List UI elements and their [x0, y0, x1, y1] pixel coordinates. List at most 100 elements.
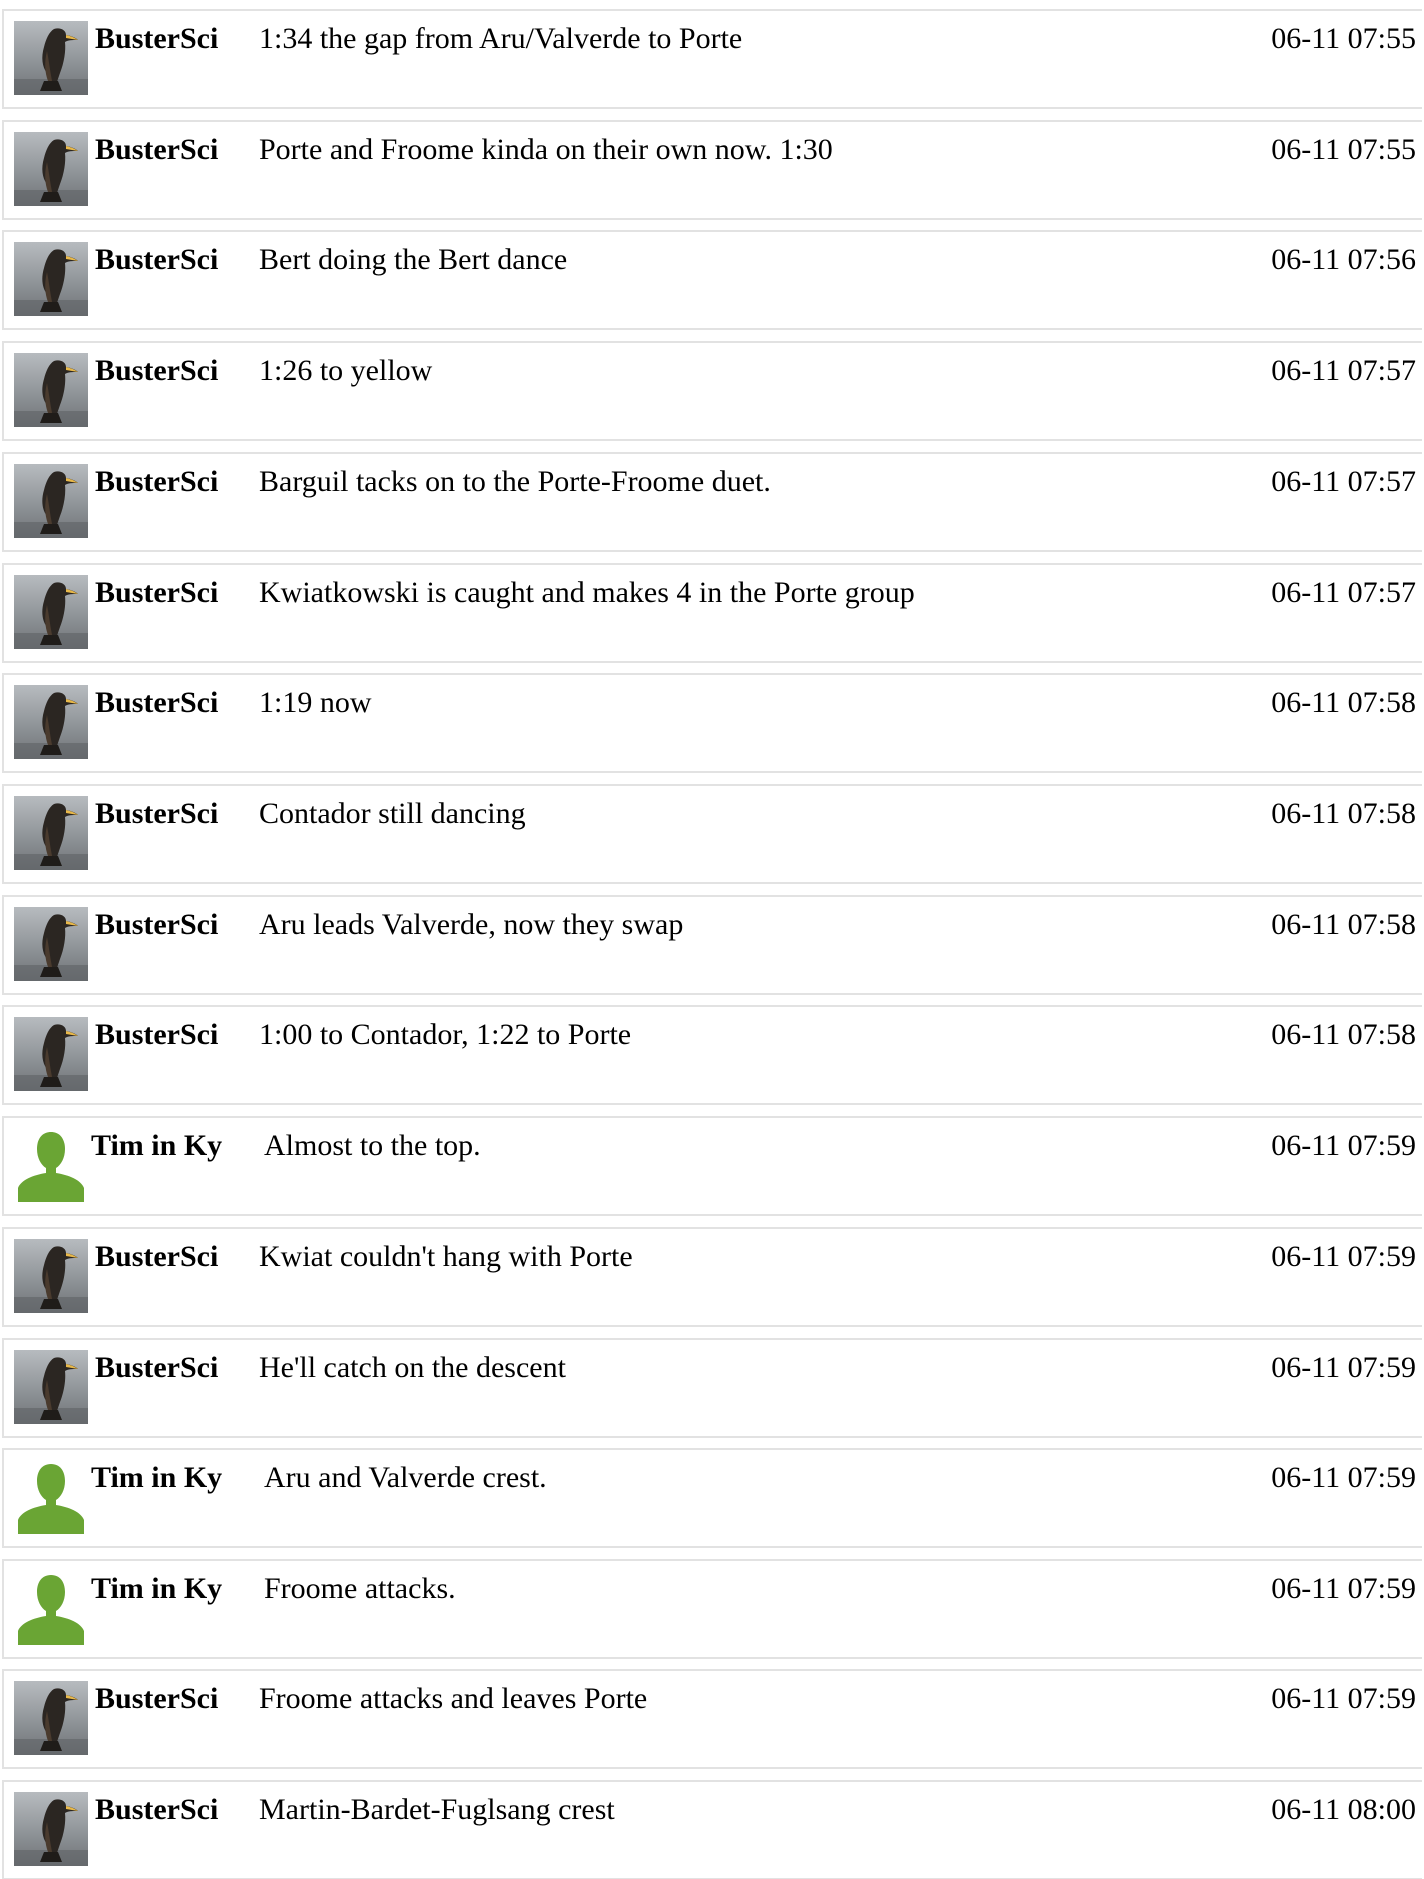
avatar[interactable]: [14, 1681, 88, 1755]
avatar[interactable]: [14, 1460, 88, 1534]
message-text: 1:00 to Contador, 1:22 to Porte: [259, 1018, 632, 1051]
username[interactable]: BusterSci: [95, 1681, 218, 1717]
username[interactable]: Tim in Ky: [91, 1128, 222, 1164]
penguin-photo-icon: [14, 1017, 88, 1091]
username[interactable]: BusterSci: [95, 464, 218, 500]
timestamp: 06-11 07:58: [1271, 686, 1416, 719]
username[interactable]: BusterSci: [95, 1017, 218, 1053]
penguin-photo-icon: [14, 907, 88, 981]
chat-message-row: BusterSci 1:34 the gap from Aru/Valverde…: [2, 9, 1422, 109]
penguin-photo-icon: [14, 132, 88, 206]
message-text: Aru and Valverde crest.: [264, 1461, 547, 1494]
avatar[interactable]: [14, 1571, 88, 1645]
message-text: Froome attacks and leaves Porte: [259, 1682, 648, 1715]
timestamp: 06-11 07:55: [1271, 133, 1416, 166]
timestamp: 06-11 07:59: [1271, 1461, 1416, 1494]
message-text: Aru leads Valverde, now they swap: [259, 908, 684, 941]
chat-message-row: BusterSci Kwiat couldn't hang with Porte…: [2, 1227, 1422, 1327]
message-text: Bert doing the Bert dance: [259, 243, 568, 276]
avatar[interactable]: [14, 575, 88, 649]
person-silhouette-icon: [14, 1571, 88, 1645]
penguin-photo-icon: [14, 464, 88, 538]
timestamp: 06-11 07:59: [1271, 1682, 1416, 1715]
username[interactable]: BusterSci: [95, 242, 218, 278]
username[interactable]: BusterSci: [95, 132, 218, 168]
timestamp: 06-11 07:57: [1271, 354, 1416, 387]
chat-feed: BusterSci 1:34 the gap from Aru/Valverde…: [0, 0, 1424, 1879]
chat-message-row: BusterSci 1:19 now 06-11 07:58: [2, 673, 1422, 773]
chat-message-row: BusterSci Aru leads Valverde, now they s…: [2, 895, 1422, 995]
avatar[interactable]: [14, 464, 88, 538]
timestamp: 06-11 07:56: [1271, 243, 1416, 276]
timestamp: 06-11 07:57: [1271, 576, 1416, 609]
username[interactable]: BusterSci: [95, 575, 218, 611]
message-text: Contador still dancing: [259, 797, 526, 830]
username[interactable]: BusterSci: [95, 21, 218, 57]
message-text: Almost to the top.: [264, 1129, 481, 1162]
username[interactable]: Tim in Ky: [91, 1460, 222, 1496]
avatar[interactable]: [14, 353, 88, 427]
chat-message-row: BusterSci Bert doing the Bert dance 06-1…: [2, 230, 1422, 330]
chat-message-row: Tim in Ky Almost to the top. 06-11 07:59: [2, 1116, 1422, 1216]
person-silhouette-icon: [14, 1128, 88, 1202]
timestamp: 06-11 08:00: [1271, 1793, 1416, 1826]
penguin-photo-icon: [14, 685, 88, 759]
timestamp: 06-11 07:55: [1271, 22, 1416, 55]
avatar[interactable]: [14, 242, 88, 316]
avatar[interactable]: [14, 21, 88, 95]
avatar[interactable]: [14, 132, 88, 206]
avatar[interactable]: [14, 1239, 88, 1313]
avatar[interactable]: [14, 1350, 88, 1424]
penguin-photo-icon: [14, 353, 88, 427]
username[interactable]: BusterSci: [95, 685, 218, 721]
timestamp: 06-11 07:58: [1271, 908, 1416, 941]
chat-message-row: BusterSci Kwiatkowski is caught and make…: [2, 563, 1422, 663]
username[interactable]: BusterSci: [95, 1239, 218, 1275]
chat-message-row: BusterSci 1:26 to yellow 06-11 07:57: [2, 341, 1422, 441]
message-text: Froome attacks.: [264, 1572, 456, 1605]
timestamp: 06-11 07:58: [1271, 797, 1416, 830]
message-text: Martin-Bardet-Fuglsang crest: [259, 1793, 615, 1826]
username[interactable]: Tim in Ky: [91, 1571, 222, 1607]
timestamp: 06-11 07:59: [1271, 1572, 1416, 1605]
penguin-photo-icon: [14, 1350, 88, 1424]
chat-message-row: BusterSci Porte and Froome kinda on thei…: [2, 120, 1422, 220]
chat-message-row: BusterSci Martin-Bardet-Fuglsang crest 0…: [2, 1780, 1422, 1879]
chat-message-row: BusterSci 1:00 to Contador, 1:22 to Port…: [2, 1005, 1422, 1105]
message-text: 1:34 the gap from Aru/Valverde to Porte: [259, 22, 743, 55]
message-text: Porte and Froome kinda on their own now.…: [259, 133, 833, 166]
username[interactable]: BusterSci: [95, 1350, 218, 1386]
avatar[interactable]: [14, 1128, 88, 1202]
message-text: Kwiat couldn't hang with Porte: [259, 1240, 633, 1273]
message-text: 1:26 to yellow: [259, 354, 433, 387]
username[interactable]: BusterSci: [95, 1792, 218, 1828]
username[interactable]: BusterSci: [95, 796, 218, 832]
timestamp: 06-11 07:59: [1271, 1351, 1416, 1384]
chat-message-row: Tim in Ky Aru and Valverde crest. 06-11 …: [2, 1448, 1422, 1548]
timestamp: 06-11 07:57: [1271, 465, 1416, 498]
chat-message-row: BusterSci Froome attacks and leaves Port…: [2, 1669, 1422, 1769]
penguin-photo-icon: [14, 21, 88, 95]
avatar[interactable]: [14, 796, 88, 870]
avatar[interactable]: [14, 1792, 88, 1866]
username[interactable]: BusterSci: [95, 907, 218, 943]
username[interactable]: BusterSci: [95, 353, 218, 389]
penguin-photo-icon: [14, 796, 88, 870]
penguin-photo-icon: [14, 1239, 88, 1313]
penguin-photo-icon: [14, 575, 88, 649]
chat-message-row: BusterSci He'll catch on the descent 06-…: [2, 1338, 1422, 1438]
timestamp: 06-11 07:59: [1271, 1129, 1416, 1162]
avatar[interactable]: [14, 1017, 88, 1091]
chat-message-row: BusterSci Barguil tacks on to the Porte-…: [2, 452, 1422, 552]
penguin-photo-icon: [14, 242, 88, 316]
message-text: He'll catch on the descent: [259, 1351, 566, 1384]
message-text: Barguil tacks on to the Porte-Froome due…: [259, 465, 771, 498]
avatar[interactable]: [14, 907, 88, 981]
penguin-photo-icon: [14, 1681, 88, 1755]
penguin-photo-icon: [14, 1792, 88, 1866]
chat-message-row: BusterSci Contador still dancing 06-11 0…: [2, 784, 1422, 884]
message-text: Kwiatkowski is caught and makes 4 in the…: [259, 576, 915, 609]
person-silhouette-icon: [14, 1460, 88, 1534]
timestamp: 06-11 07:58: [1271, 1018, 1416, 1051]
avatar[interactable]: [14, 685, 88, 759]
